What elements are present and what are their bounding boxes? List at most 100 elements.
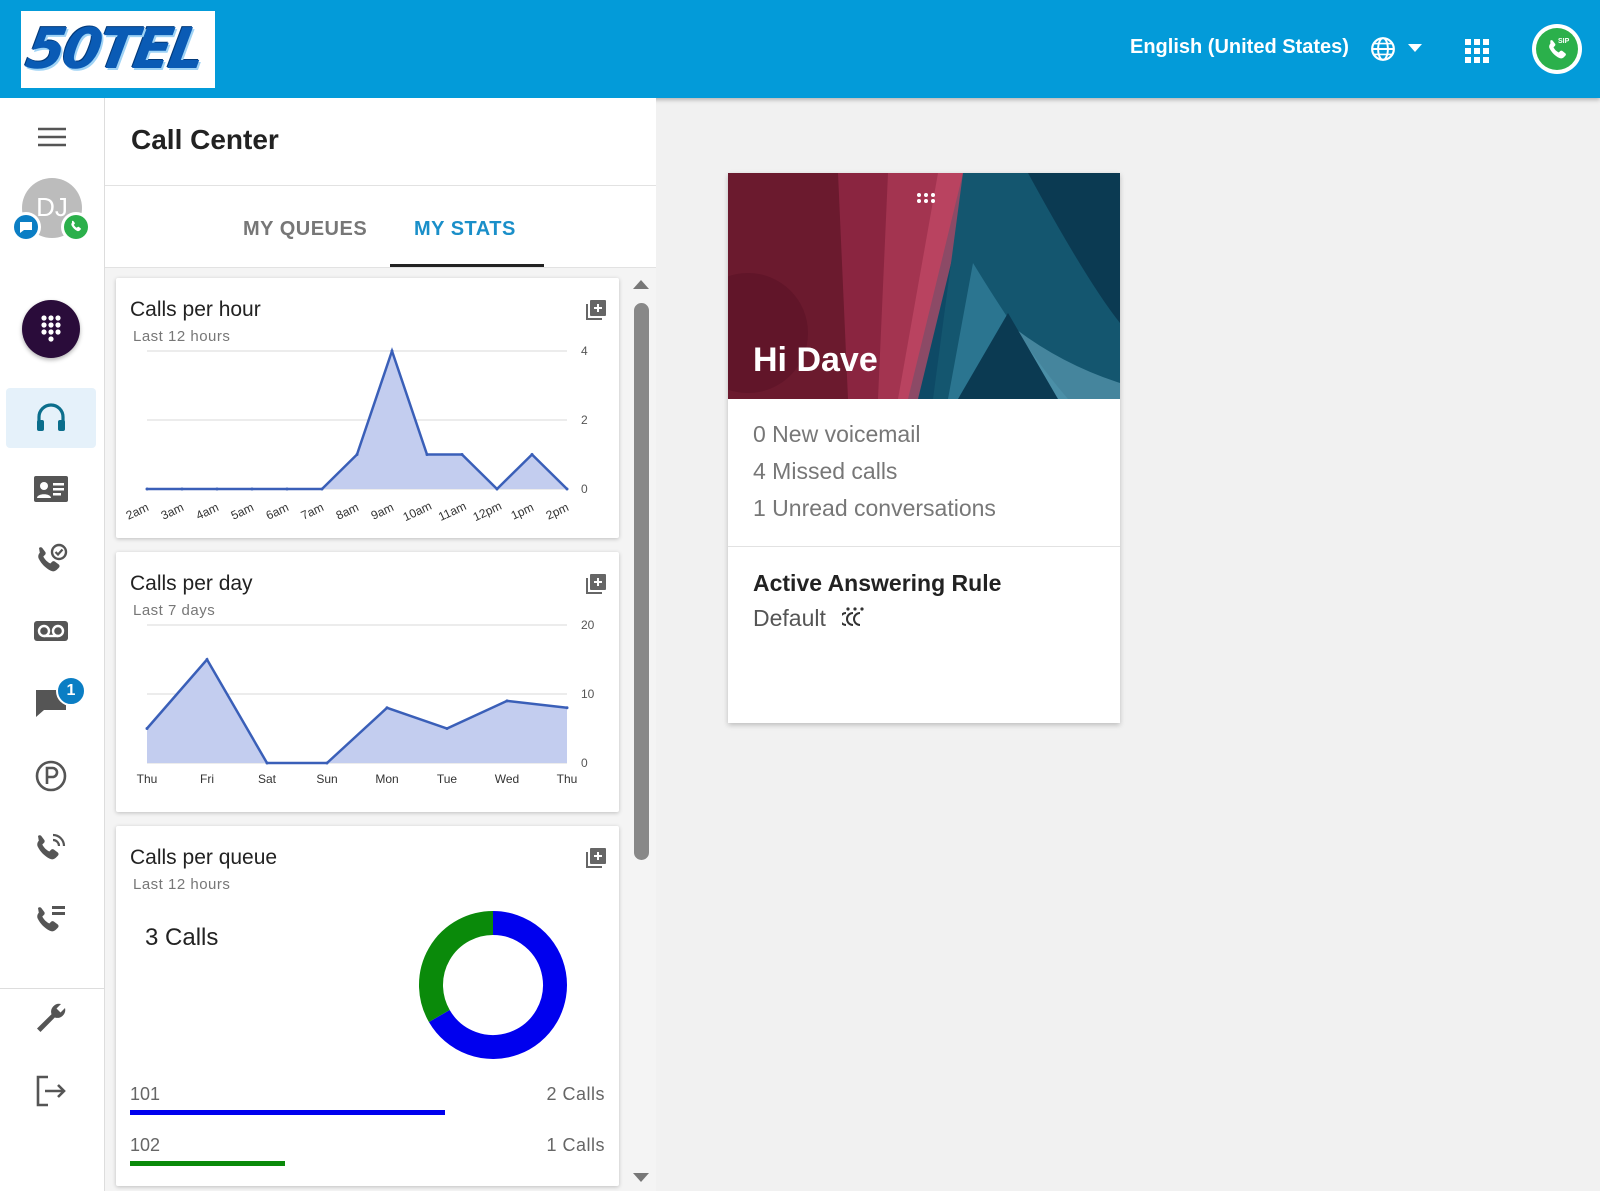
answering-rule-title: Active Answering Rule xyxy=(753,570,1002,596)
x-tick-label: 7am xyxy=(299,500,326,523)
language-selector[interactable]: English (United States) xyxy=(1130,36,1349,59)
menu-icon[interactable] xyxy=(32,118,72,158)
data-point xyxy=(215,487,219,491)
data-point xyxy=(320,487,324,491)
welcome-banner: Hi Dave xyxy=(728,173,1120,399)
greeting: Hi Dave xyxy=(753,341,878,379)
data-point xyxy=(205,658,209,661)
drag-handle-icon[interactable] xyxy=(914,191,938,205)
scroll-down-arrow[interactable] xyxy=(633,1173,649,1182)
data-point xyxy=(565,487,569,491)
data-point xyxy=(530,453,534,456)
rule-schedule-icon xyxy=(842,607,864,626)
parking-icon[interactable] xyxy=(31,756,71,796)
voicemail-summary[interactable]: 0 New voicemail xyxy=(753,421,920,448)
missed-calls-summary[interactable]: 4 Missed calls xyxy=(753,458,897,485)
top-bar: 50TEL English (United States) SIP xyxy=(0,0,1600,98)
y-tick-label: 10 xyxy=(581,687,595,701)
sip-phone-button[interactable]: SIP xyxy=(1532,24,1582,74)
queue-calls: 1 Calls xyxy=(546,1135,605,1155)
headset-icon[interactable] xyxy=(31,398,71,438)
data-point xyxy=(425,453,429,456)
x-tick-label: 10am xyxy=(401,499,434,524)
y-tick-label: 2 xyxy=(581,413,588,427)
y-tick-label: 4 xyxy=(581,344,588,358)
calls-per-queue-card: Calls per queue Last 12 hours 3 Calls 10… xyxy=(116,826,619,1186)
x-tick-label: 2am xyxy=(124,500,151,523)
y-tick-label: 20 xyxy=(581,618,595,632)
data-point xyxy=(325,761,329,765)
queue-calls: 2 Calls xyxy=(546,1084,605,1104)
logout-icon[interactable] xyxy=(31,1071,71,1111)
sip-label: SIP xyxy=(1558,38,1570,45)
dialpad-icon xyxy=(41,315,61,342)
x-tick-label: 11am xyxy=(436,499,468,524)
calls-per-hour-card: Calls per hour Last 12 hours 0 2 4 2am 3am 4a… xyxy=(116,278,619,538)
call-forward-icon[interactable] xyxy=(31,900,71,940)
queue-bar xyxy=(130,1161,285,1166)
scroll-up-arrow[interactable] xyxy=(633,280,649,289)
x-tick-label: 5am xyxy=(229,500,256,523)
ringing-phone-icon[interactable] xyxy=(31,828,71,868)
x-tick-label: Sat xyxy=(258,772,277,786)
company-logo[interactable]: 50TEL xyxy=(21,11,215,88)
call-history-icon[interactable] xyxy=(31,540,71,580)
data-point xyxy=(390,349,394,353)
apps-grid-icon[interactable] xyxy=(1464,38,1490,64)
data-point xyxy=(565,706,569,710)
queue-bar xyxy=(130,1110,445,1115)
x-tick-label: 9am xyxy=(369,500,396,523)
answering-rule-value[interactable]: Default xyxy=(753,605,826,632)
calls-per-queue-donut xyxy=(419,911,567,1059)
x-tick-label: Mon xyxy=(375,772,398,786)
x-tick-label: 1pm xyxy=(509,500,536,523)
data-point xyxy=(285,487,289,491)
data-point xyxy=(460,453,464,456)
data-point xyxy=(505,699,509,703)
x-tick-label: 8am xyxy=(334,500,361,523)
data-point xyxy=(355,453,359,456)
x-tick-label: Thu xyxy=(557,772,578,786)
voicemail-icon[interactable] xyxy=(31,611,71,651)
welcome-card: Hi Dave 0 New voicemail 4 Missed calls 1… xyxy=(728,173,1120,723)
y-tick-label: 0 xyxy=(581,756,588,770)
tab-my-stats[interactable]: MY STATS xyxy=(414,218,516,241)
data-point xyxy=(250,487,254,491)
contacts-icon[interactable] xyxy=(31,469,71,509)
y-tick-label: 0 xyxy=(581,482,588,496)
title-divider xyxy=(105,185,656,186)
x-tick-label: 6am xyxy=(264,500,291,523)
scrollbar-thumb[interactable] xyxy=(634,303,649,860)
series-area xyxy=(147,659,567,763)
data-point xyxy=(265,761,269,765)
data-point xyxy=(385,706,389,710)
x-tick-label: 4am xyxy=(194,500,221,523)
phone-icon: SIP xyxy=(1536,28,1578,70)
x-tick-label: Thu xyxy=(137,772,158,786)
globe-icon[interactable] xyxy=(1370,36,1396,62)
wrench-icon[interactable] xyxy=(31,998,71,1038)
chat-status-icon xyxy=(11,212,41,242)
nav-divider xyxy=(0,988,105,989)
unread-conversations-summary[interactable]: 1 Unread conversations xyxy=(753,495,996,522)
messages-badge: 1 xyxy=(56,676,86,706)
x-tick-label: 2pm xyxy=(544,500,571,523)
x-tick-label: Wed xyxy=(495,772,519,786)
donut-slice xyxy=(419,911,494,1022)
calls-per-day-chart: 0 10 20 Thu Fri Sat Sun Mon Tue Wed Thu xyxy=(137,618,595,786)
data-point xyxy=(495,487,499,491)
data-point xyxy=(180,487,184,491)
dialpad-button[interactable] xyxy=(22,300,80,358)
data-point xyxy=(445,727,449,730)
calls-per-hour-chart: 0 2 4 2am 3am 4am 5am 6am 7am 8am 9am 10am 11am 12pm 1… xyxy=(124,344,588,524)
page-title: Call Center xyxy=(131,124,279,155)
queue-name: 101 xyxy=(130,1084,161,1104)
x-tick-label: 3am xyxy=(159,500,186,523)
tab-my-queues[interactable]: MY QUEUES xyxy=(243,218,367,241)
data-point xyxy=(145,727,149,730)
x-tick-label: Sun xyxy=(316,772,337,786)
x-tick-label: Tue xyxy=(437,772,458,786)
left-navigation: DJ 1 xyxy=(0,98,105,1191)
chevron-down-icon[interactable] xyxy=(1408,44,1422,52)
x-tick-label: 12pm xyxy=(471,499,504,524)
